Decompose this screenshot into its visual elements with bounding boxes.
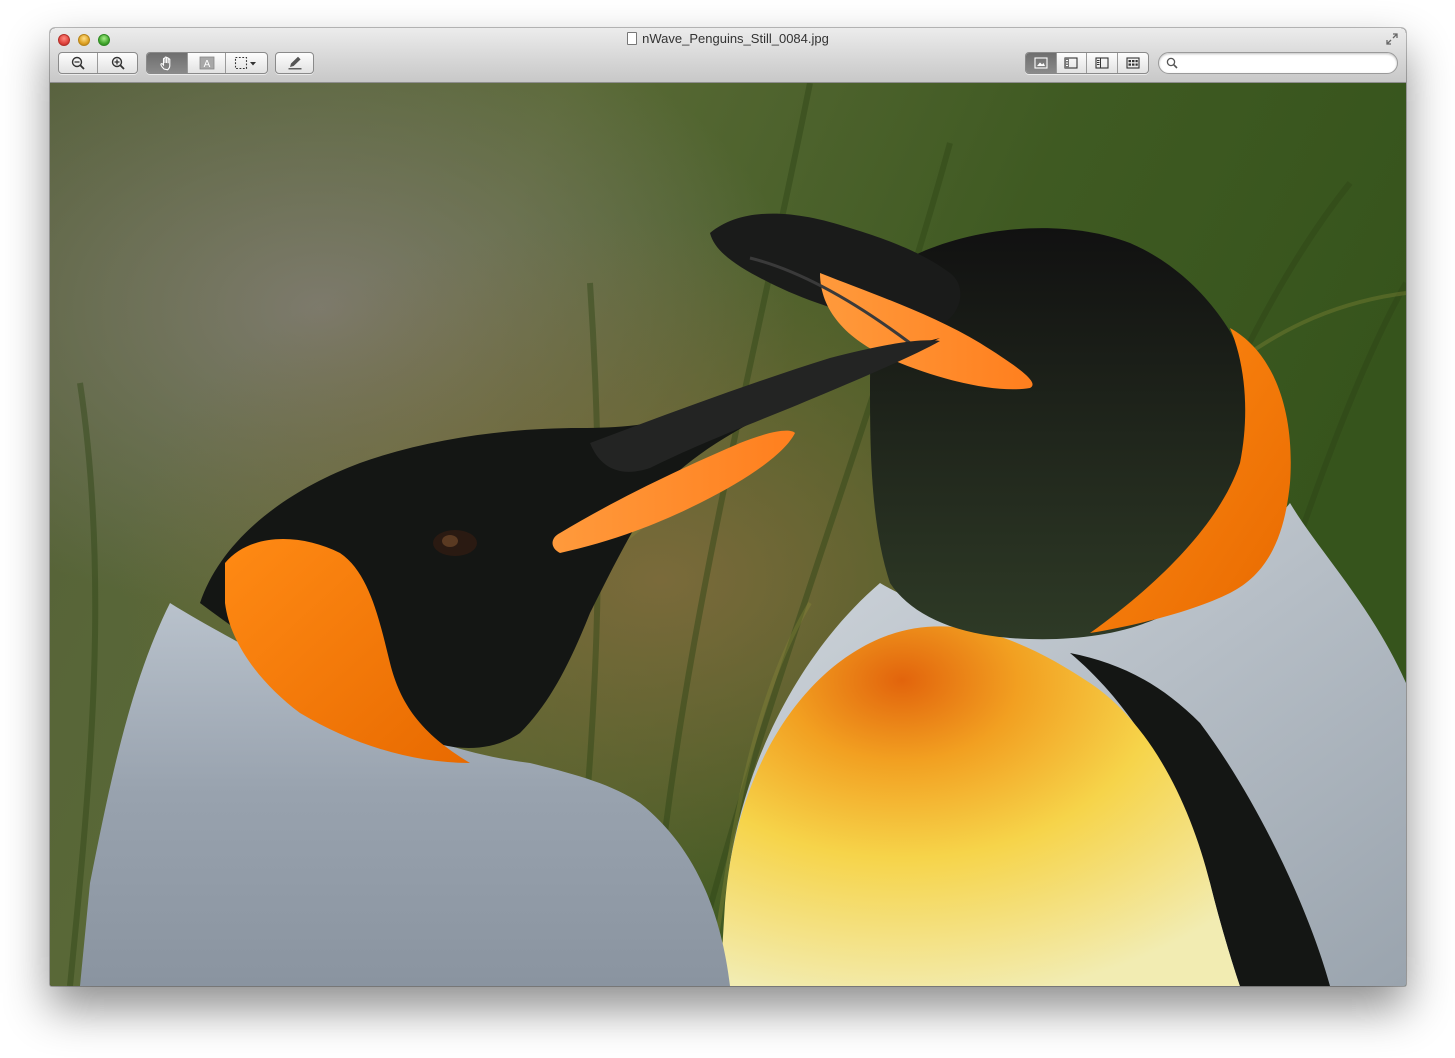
penguins-photo: [50, 83, 1406, 986]
search-field[interactable]: [1158, 52, 1398, 74]
thumbnails-icon: [1064, 57, 1078, 69]
annotate-button[interactable]: [276, 53, 313, 73]
text-tool-button[interactable]: A: [188, 53, 226, 73]
document-icon: [627, 32, 638, 45]
selection-tool-button[interactable]: [226, 53, 267, 73]
text-select-icon: A: [199, 56, 214, 70]
image-viewport[interactable]: [50, 83, 1406, 986]
contact-sheet-icon: [1126, 57, 1140, 69]
zoom-in-icon: [111, 56, 125, 70]
svg-text:A: A: [203, 59, 210, 70]
pencil-icon: [288, 56, 301, 70]
zoom-out-button[interactable]: [59, 53, 99, 73]
view-contact-sheet-button[interactable]: [1118, 53, 1148, 73]
search-icon: [1166, 57, 1178, 69]
search-input[interactable]: [1183, 55, 1388, 71]
move-tool-button[interactable]: [147, 53, 189, 73]
content-only-icon: [1034, 57, 1048, 69]
zoom-button-group: [58, 52, 138, 74]
hand-icon: [160, 56, 171, 70]
zoom-out-icon: [71, 56, 85, 70]
view-toc-button[interactable]: [1087, 53, 1118, 73]
rect-select-icon: [235, 56, 257, 70]
preview-window: nWave_Penguins_Still_0084.jpg A: [50, 28, 1406, 986]
title-bar[interactable]: nWave_Penguins_Still_0084.jpg A: [50, 28, 1406, 83]
fullscreen-icon[interactable]: [1386, 33, 1398, 45]
zoom-in-button[interactable]: [98, 53, 137, 73]
view-mode-group: [1025, 52, 1149, 74]
table-of-contents-icon: [1095, 57, 1109, 69]
view-thumbnails-button[interactable]: [1057, 53, 1087, 73]
view-content-only-button[interactable]: [1026, 53, 1057, 73]
window-title-text: nWave_Penguins_Still_0084.jpg: [642, 31, 829, 46]
window-title: nWave_Penguins_Still_0084.jpg: [50, 31, 1406, 46]
annotate-button-group: [275, 52, 314, 74]
tool-button-group: A: [146, 52, 268, 74]
